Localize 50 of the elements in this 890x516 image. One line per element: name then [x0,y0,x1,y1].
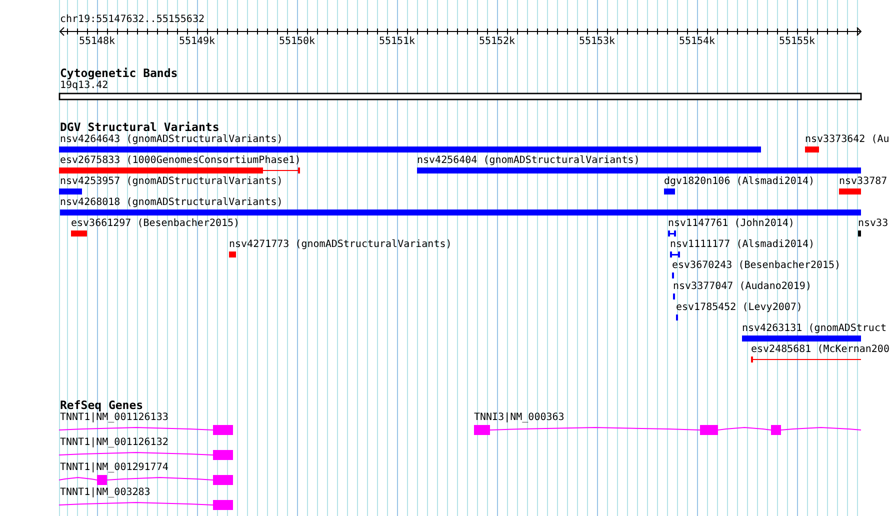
gene-model[interactable] [59,424,233,435]
variant-bar[interactable] [417,167,861,174]
tick-label: 55149k [178,36,216,48]
tick-label: 55154k [678,36,716,48]
variant-bar[interactable] [664,188,675,195]
tick-label: 55155k [778,36,816,48]
variant-bar[interactable] [60,209,861,216]
tick-label: 55152k [478,36,516,48]
tick-label: 55148k [78,36,116,48]
variant-label: nsv33787 [839,176,888,188]
tick-label: 55153k [578,36,616,48]
variant-label: esv2485681 (McKernan200 [751,344,890,356]
variant-label: nsv4263131 (gnomADStruct [742,323,886,335]
track-title: RefSeq Genes [60,399,144,411]
variant-label: esv1785452 (Levy2007) [676,302,802,314]
gene-label: TNNT1|NM_001126133 [60,412,168,424]
variant-bar[interactable] [858,230,861,237]
gene-label: TNNT1|NM_001126132 [60,437,168,449]
gene-label: TNNI3|NM_000363 [474,412,564,424]
variant-label: nsv1147761 (John2014) [668,218,794,230]
variant-label: nsv4268018 (gnomADStructuralVariants) [60,197,283,209]
variant-label: nsv4264643 (gnomADStructuralVariants) [60,134,283,146]
variant-bar[interactable] [670,251,680,258]
gene-label: TNNT1|NM_003283 [60,487,150,499]
gene-model[interactable] [59,449,233,460]
variant-label: nsv33 [858,218,888,230]
variant-label: nsv1111177 (Alsmadi2014) [670,239,814,251]
gene-model[interactable] [59,474,233,485]
variant-label: esv2675833 (1000GenomesConsortiumPhase1) [60,155,301,167]
variant-label: esv3670243 (Besenbacher2015) [672,260,841,272]
variant-label: esv3661297 (Besenbacher2015) [71,218,240,230]
tick-label: 55150k [278,36,316,48]
gene-label: TNNT1|NM_001291774 [60,462,168,474]
location-label: chr19:55147632..55155632 [60,14,204,26]
tick-label: 55151k [378,36,416,48]
gene-model[interactable] [474,424,861,435]
band-label: 19q13.42 [60,80,108,92]
variant-bar[interactable] [742,335,861,342]
gene-model[interactable] [59,499,233,510]
track-title: DGV Structural Variants [60,121,220,133]
track-title: Cytogenetic Bands [60,67,178,79]
variant-label: nsv4271773 (gnomADStructuralVariants) [229,239,452,251]
variant-label: dgv1820n106 (Alsmadi2014) [664,176,815,188]
variant-bar[interactable] [668,230,676,237]
variant-label: nsv4256404 (gnomADStructuralVariants) [417,155,640,167]
variant-label: nsv4253957 (gnomADStructuralVariants) [60,176,283,188]
variant-label: nsv3373642 (Au [805,134,890,146]
variant-bar[interactable] [59,188,82,195]
variant-label: nsv3377047 (Audano2019) [673,281,812,293]
variant-bar[interactable] [59,146,761,153]
